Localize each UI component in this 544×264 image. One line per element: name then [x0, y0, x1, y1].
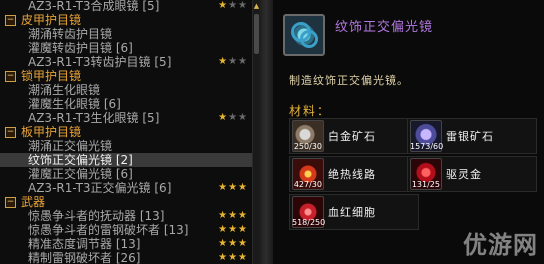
star-icon: ★ [228, 224, 239, 235]
star-icon: ★ [228, 0, 239, 11]
material-count: 518/250 [292, 218, 326, 227]
recipe-row[interactable]: 潮涌生化眼镜 [0, 83, 252, 97]
star-icon: ★ [218, 238, 229, 249]
rank-stars: ★★★ [218, 209, 248, 223]
material-slot[interactable]: 427/30 绝热线路 [289, 156, 419, 192]
category-header[interactable]: − 皮甲护目镜 [0, 13, 252, 27]
star-icon: ★ [238, 56, 248, 67]
star-icon: ★ [218, 112, 229, 123]
rank-stars: ★★★ [218, 0, 248, 13]
rank-stars: ★★★ [218, 223, 248, 237]
recipe-row[interactable]: 精制雷钢破坏者 [26] ★★★ [0, 251, 252, 264]
star-icon: ★ [228, 210, 239, 221]
star-icon: ★ [228, 238, 239, 249]
recipe-row[interactable]: AZ3-R1-T3生化眼镜 [5] ★★★ [0, 111, 252, 125]
star-icon: ★ [218, 0, 229, 11]
recipe-label: 潮涌正交偏光镜 [28, 139, 113, 153]
recipe-title: 纹饰正交偏光镜 [335, 20, 434, 35]
category-header[interactable]: − 武器 [0, 195, 252, 209]
recipe-label: 惊愚争斗者的雷钢破坏者 [13] [28, 223, 189, 237]
recipe-row[interactable]: 潮涌转齿护目镜 [0, 27, 252, 41]
material-name: 雷银矿石 [446, 130, 494, 143]
category-header[interactable]: − 锁甲护目镜 [0, 69, 252, 83]
recipe-label: AZ3-R1-T3转齿护目镜 [5] [28, 55, 172, 69]
recipe-label: 纹饰正交偏光镜 [2] [28, 153, 133, 167]
recipe-list: AZ3-R1-T3合成眼镜 [5] ★★★ − 皮甲护目镜 潮涌转齿护目镜 灌魔转齿护目镜… [0, 0, 258, 264]
material-count: 250/30 [293, 142, 322, 151]
material-count: 131/25 [411, 180, 440, 189]
rank-stars: ★★★ [218, 111, 248, 125]
star-icon: ★ [238, 112, 248, 123]
material-slot[interactable]: 131/25 驱灵金 [407, 156, 537, 192]
category-label: 板甲护目镜 [21, 125, 82, 139]
recipe-label: 灌魔生化眼镜 [6] [28, 97, 121, 111]
recipe-label: 精制雷钢破坏者 [26] [28, 251, 141, 264]
star-icon: ★ [238, 252, 248, 263]
recipe-row[interactable]: 潮涌正交偏光镜 [0, 139, 252, 153]
star-icon: ★ [218, 56, 229, 67]
recipe-row[interactable]: 惊愚争斗者的雷钢破坏者 [13] ★★★ [0, 223, 252, 237]
star-icon: ★ [238, 224, 248, 235]
recipe-row[interactable]: AZ3-R1-T3合成眼镜 [5] ★★★ [0, 0, 252, 13]
recipe-label: AZ3-R1-T3合成眼镜 [5] [28, 0, 160, 13]
recipe-label: 灌魔正交偏光镜 [6] [28, 167, 133, 181]
material-slot[interactable]: 518/250 血红细胞 [289, 194, 419, 230]
category-header[interactable]: − 板甲护目镜 [0, 125, 252, 139]
recipe-row[interactable]: AZ3-R1-T3正交偏光镜 [6] ★★★ [0, 181, 252, 195]
star-icon: ★ [238, 182, 248, 193]
category-label: 锁甲护目镜 [21, 69, 82, 83]
watermark: 优游网 [463, 231, 538, 259]
rank-stars: ★★★ [218, 181, 248, 195]
collapse-toggle-icon[interactable]: − [5, 15, 16, 26]
star-icon: ★ [218, 210, 229, 221]
recipe-row[interactable]: 灌魔转齿护目镜 [6] [0, 41, 252, 55]
material-name: 白金矿石 [328, 130, 376, 143]
recipe-row[interactable]: AZ3-R1-T3转齿护目镜 [5] ★★★ [0, 55, 252, 69]
recipe-label: 潮涌转齿护目镜 [28, 27, 113, 41]
category-label: 皮甲护目镜 [21, 13, 82, 27]
material-name: 绝热线路 [328, 168, 376, 181]
material-count: 1573/60 [410, 142, 444, 151]
material-count: 427/30 [293, 180, 322, 189]
recipe-label: AZ3-R1-T3正交偏光镜 [6] [28, 181, 172, 195]
star-icon: ★ [228, 182, 239, 193]
recipe-label: 灌魔转齿护目镜 [6] [28, 41, 133, 55]
collapse-toggle-icon[interactable]: − [5, 71, 16, 82]
recipe-label: 精准态度调节器 [13] [28, 237, 141, 251]
collapse-toggle-icon[interactable]: − [5, 127, 16, 138]
material-slot[interactable]: 250/30 白金矿石 [289, 118, 419, 154]
category-label: 武器 [21, 195, 46, 209]
recipe-description: 制造纹饰正交偏光镜。 [289, 74, 409, 87]
materials-header: 材料： [289, 104, 332, 118]
rank-stars: ★★★ [218, 55, 248, 69]
recipe-row[interactable]: 纹饰正交偏光镜 [2] [0, 153, 252, 167]
recipe-label: AZ3-R1-T3生化眼镜 [5] [28, 111, 160, 125]
material-slot[interactable]: 1573/60 雷银矿石 [407, 118, 537, 154]
star-icon: ★ [218, 252, 229, 263]
star-icon: ★ [218, 182, 229, 193]
star-icon: ★ [228, 56, 239, 67]
recipe-row[interactable]: 惊愚争斗者的抚动器 [13] ★★★ [0, 209, 252, 223]
recipe-label: 惊愚争斗者的抚动器 [13] [28, 209, 165, 223]
recipe-row[interactable]: 精准态度调节器 [13] ★★★ [0, 237, 252, 251]
material-name: 血红细胞 [328, 206, 376, 219]
collapse-toggle-icon[interactable]: − [5, 197, 16, 208]
recipe-row[interactable]: 灌魔生化眼镜 [6] [0, 97, 252, 111]
star-icon: ★ [218, 224, 229, 235]
recipe-label: 潮涌生化眼镜 [28, 83, 101, 97]
star-icon: ★ [228, 252, 239, 263]
rank-stars: ★★★ [218, 251, 248, 264]
recipe-row[interactable]: 灌魔正交偏光镜 [6] [0, 167, 252, 181]
star-icon: ★ [238, 210, 248, 221]
star-icon: ★ [228, 112, 239, 123]
material-name: 驱灵金 [446, 168, 482, 181]
recipe-detail-panel: 纹饰正交偏光镜 制造纹饰正交偏光镜。 材料： 250/30 白金矿石 1573/… [273, 0, 544, 264]
star-icon: ★ [238, 0, 248, 11]
goggles-icon[interactable] [283, 14, 325, 56]
panel-divider [259, 0, 273, 264]
star-icon: ★ [238, 238, 248, 249]
rank-stars: ★★★ [218, 237, 248, 251]
